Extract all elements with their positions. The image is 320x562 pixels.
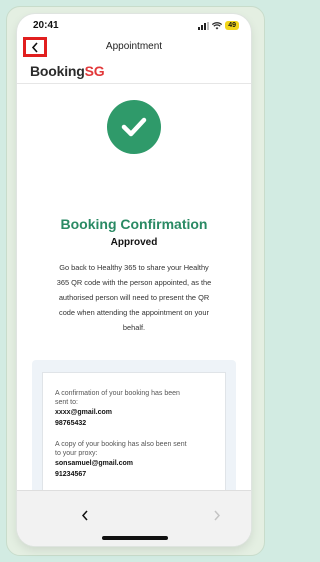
- prev-button[interactable]: [75, 505, 95, 525]
- instructions-line: 365 QR code with the person appointed, a…: [56, 278, 212, 287]
- chevron-right-icon: [214, 510, 221, 520]
- sent-email: xxxx@gmail.com: [55, 409, 113, 416]
- confirmation-title: Booking Confirmation: [60, 216, 208, 232]
- instructions-line: authorised person will need to present t…: [58, 293, 210, 302]
- approval-status: Approved: [110, 237, 158, 248]
- sent-to-label: A confirmation of your booking has been …: [55, 389, 217, 407]
- proxy-email: sonsamuel@gmail.com: [55, 460, 134, 467]
- proxy-label-line: A copy of your booking has also been sen…: [55, 441, 187, 448]
- instructions-line: code when attending the appointment on y…: [59, 308, 209, 317]
- next-button[interactable]: [207, 505, 227, 525]
- checkmark-icon: [107, 100, 161, 154]
- booking-sg-logo: BookingSG: [30, 63, 105, 79]
- status-time: 20:41: [33, 20, 59, 31]
- chevron-left-icon: [81, 510, 88, 520]
- browser-toolbar: [17, 490, 251, 546]
- sent-phone: 98765432: [55, 420, 87, 427]
- notification-panel: A confirmation of your booking has been …: [32, 360, 236, 522]
- logo-text-booking: Booking: [30, 63, 85, 79]
- proxy-phone: 91234567: [55, 471, 87, 478]
- confirmation-content: Booking Confirmation Approved Go back to…: [17, 84, 251, 522]
- sent-to-label-line: sent to:: [55, 399, 78, 406]
- instructions-line: Go back to Healthy 365 to share your Hea…: [59, 263, 209, 272]
- page-title: Appointment: [105, 41, 163, 52]
- home-indicator[interactable]: [102, 536, 168, 540]
- proxy-label-line: to your proxy:: [55, 450, 98, 457]
- phone-screen: 20:41 49 Appointment BookingSG Booking C…: [17, 14, 251, 546]
- instructions-line: behalf.: [122, 323, 146, 332]
- signal-icon: [198, 21, 210, 30]
- status-bar: 20:41 49: [17, 14, 251, 36]
- proxy-label: A copy of your booking has also been sen…: [55, 440, 217, 458]
- brand-header: BookingSG: [17, 60, 251, 84]
- instructions-text: Go back to Healthy 365 to share your Hea…: [29, 260, 239, 335]
- battery-icon: 49: [225, 21, 239, 30]
- wifi-icon: [212, 21, 223, 29]
- status-icons: 49: [198, 21, 239, 30]
- logo-text-sg: SG: [84, 63, 105, 79]
- sent-to-label-line: A confirmation of your booking has been: [55, 390, 180, 397]
- nav-bar: Appointment: [17, 36, 251, 60]
